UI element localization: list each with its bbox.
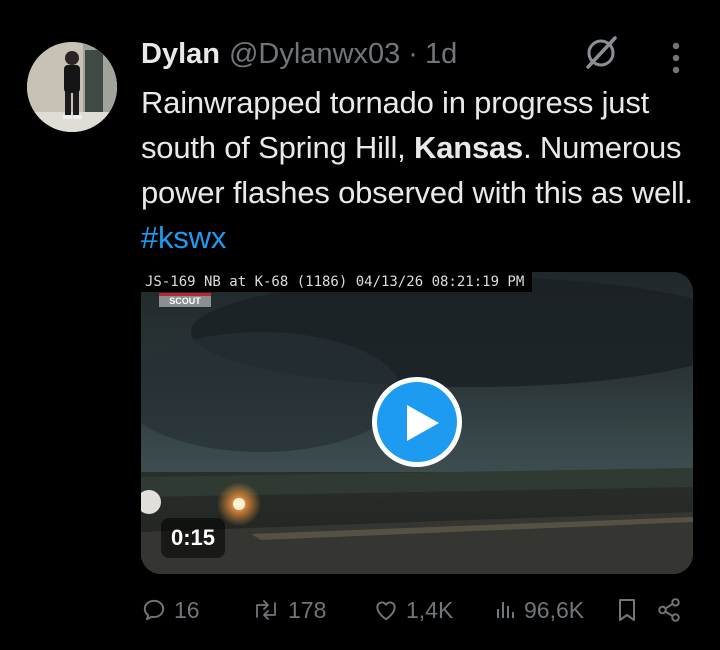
repost-count: 178 <box>288 596 327 623</box>
avatar[interactable] <box>27 42 117 132</box>
tweet-text-bold: Kansas <box>414 130 524 165</box>
like-count: 1,4K <box>406 596 454 623</box>
separator-dot: · <box>408 37 418 70</box>
action-bar: 16 178 1,4K 96,6K <box>141 590 701 630</box>
tweet-header: Dylan @Dylanwx03 · 1d <box>141 36 457 72</box>
like-icon <box>376 601 396 621</box>
bookmark-button[interactable] <box>616 590 645 630</box>
repost-button[interactable]: 178 <box>251 590 326 630</box>
hashtag-link[interactable]: #kswx <box>141 220 226 255</box>
bookmark-icon <box>619 599 635 621</box>
repost-icon <box>256 600 276 620</box>
reply-count: 16 <box>174 596 200 623</box>
scout-logo: SCOUT <box>159 293 211 307</box>
reply-button[interactable]: 16 <box>141 590 200 630</box>
play-button[interactable] <box>372 377 462 467</box>
tweet-text: Rainwrapped tornado in progress just sou… <box>141 80 701 260</box>
camera-caption: JS-169 NB at K-68 (1186) 04/13/26 08:21:… <box>141 272 533 292</box>
video-duration: 0:15 <box>161 518 226 558</box>
views-count: 96,6K <box>524 596 585 623</box>
author-handle[interactable]: @Dylanwx03 <box>229 38 400 71</box>
grok-icon[interactable] <box>582 34 620 72</box>
views-button[interactable]: 96,6K <box>495 590 584 630</box>
reply-icon <box>143 599 165 621</box>
share-button[interactable] <box>656 590 689 630</box>
timestamp[interactable]: 1d <box>425 38 457 71</box>
share-icon <box>658 598 680 622</box>
play-icon <box>407 405 439 441</box>
views-icon <box>497 602 514 618</box>
video-player[interactable]: JS-169 NB at K-68 (1186) 04/13/26 08:21:… <box>141 272 693 574</box>
like-button[interactable]: 1,4K <box>373 590 453 630</box>
more-icon[interactable] <box>662 38 690 78</box>
author-name[interactable]: Dylan <box>141 38 220 71</box>
